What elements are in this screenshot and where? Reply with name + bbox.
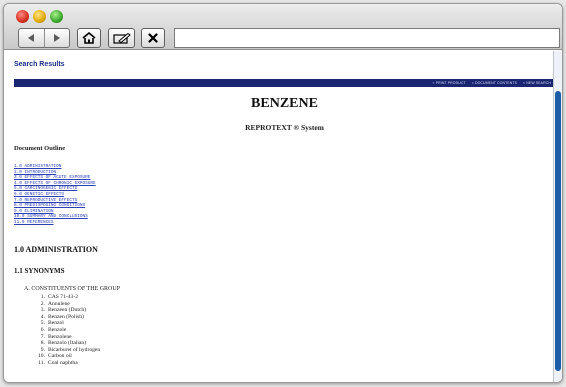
list-item-text: Benzolene <box>48 333 72 340</box>
forward-button[interactable] <box>43 29 70 47</box>
search-results-link[interactable]: Search Results <box>14 61 65 68</box>
document-contents-link[interactable]: < DOCUMENT CONTENTS <box>472 81 517 85</box>
history-nav <box>18 28 70 48</box>
list-item-number: 3. <box>40 307 45 314</box>
group-label: A. CONSTITUENTS OF THE GROUP <box>24 286 121 292</box>
outline-heading: Document Outline <box>14 145 66 152</box>
scrollbar-thumb[interactable] <box>555 91 561 371</box>
list-item: 10. Carbon oil <box>34 353 100 360</box>
list-item: 6. Benzole <box>34 327 100 334</box>
zoom-window-button[interactable] <box>50 10 63 23</box>
list-item-number: 1. <box>40 294 45 300</box>
list-item: 3. Benzeen (Dutch) <box>34 307 100 314</box>
list-item-text: Benzen (Polish) <box>48 313 84 320</box>
home-icon <box>82 32 96 44</box>
browser-toolbar <box>4 4 562 50</box>
browser-window: Search Results < PRINT PRODUCT < DOCUMEN… <box>3 3 563 383</box>
outline-link[interactable]: 3.0 EFFECTS OF ACUTE EXPOSURE <box>14 175 96 181</box>
list-item-number: 5. <box>40 320 45 327</box>
page-content: Search Results < PRINT PRODUCT < DOCUMEN… <box>4 51 555 382</box>
section-heading-synonyms: 1.1 SYNONYMS <box>14 267 65 275</box>
list-item: 11. Coal naphtha <box>34 360 100 367</box>
minimize-window-button[interactable] <box>33 10 46 23</box>
section-heading-administration: 1.0 ADMINISTRATION <box>14 245 98 254</box>
stop-button[interactable] <box>141 28 165 48</box>
arrow-left-icon <box>28 34 35 42</box>
list-item-number: 2. <box>40 300 45 307</box>
list-item-text: Benzolo (Italian) <box>48 340 87 347</box>
list-item: 9. Bicarburet of hydrogen <box>34 347 100 354</box>
list-item: 1. CAS 71-43-2 <box>34 294 100 301</box>
list-item-text: Annulene <box>48 300 70 307</box>
home-button[interactable] <box>77 28 101 48</box>
close-window-button[interactable] <box>16 10 29 23</box>
list-item-text: Carbon oil <box>48 353 72 360</box>
list-item-text: Bicarburet of hydrogen <box>48 346 101 353</box>
list-item-number: 11. <box>38 359 45 366</box>
list-item: 8. Benzolo (Italian) <box>34 340 100 347</box>
list-item-text: Benzole <box>48 326 67 333</box>
list-item: 4. Benzen (Polish) <box>34 314 100 321</box>
list-item-text: Benzol <box>48 320 64 327</box>
list-item-number: 8. <box>40 340 45 347</box>
back-button[interactable] <box>19 29 44 47</box>
list-item-number: 6. <box>40 326 45 333</box>
list-item: 5. Benzol <box>34 320 100 327</box>
page-title: BENZENE <box>251 96 318 111</box>
outline-list: 1.0 ADMINISTRATION 2.0 INTRODUCTION 3.0 … <box>14 164 96 226</box>
list-item-number: 4. <box>40 313 45 320</box>
address-field[interactable] <box>174 28 560 48</box>
list-item-text: Benzeen (Dutch) <box>48 307 87 314</box>
new-search-link[interactable]: < NEW SEARCH <box>523 81 551 85</box>
page-subtitle: REPROTEXT ® System <box>245 123 324 132</box>
list-item-text: Coal naphtha <box>48 359 78 366</box>
list-item-number: 7. <box>40 333 45 340</box>
edit-button[interactable] <box>108 28 135 48</box>
list-item-number: 9. <box>40 346 45 353</box>
outline-link[interactable]: 8.0 PREDISPOSING CONDITIONS <box>14 203 96 209</box>
outline-link[interactable]: 11.0 REFERENCES <box>14 220 96 226</box>
list-item-number: 10. <box>38 353 45 360</box>
synonym-list: 1. CAS 71-43-2 2. Annulene 3. Benzeen (Dutc… <box>34 294 100 367</box>
print-product-link[interactable]: < PRINT PRODUCT <box>433 81 466 85</box>
close-icon <box>148 33 158 43</box>
list-item-text: CAS 71-43-2 <box>48 294 78 300</box>
page-navbar: < PRINT PRODUCT < DOCUMENT CONTENTS < NE… <box>14 79 555 87</box>
arrow-right-icon <box>53 34 60 42</box>
edit-icon <box>112 32 131 44</box>
vertical-scrollbar[interactable] <box>553 51 562 382</box>
